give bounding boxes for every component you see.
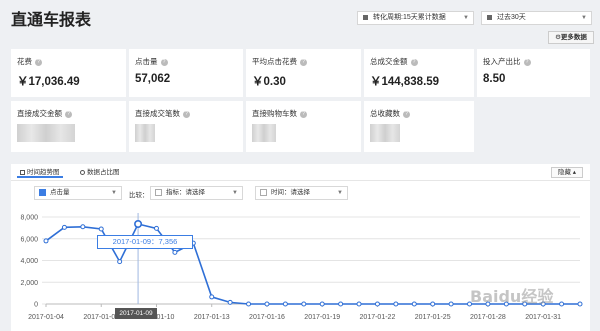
data-point	[117, 259, 123, 265]
y-tick-label: 8,000	[20, 215, 38, 222]
line-chart: 0 2,000 4,000 6,000 8,000 2017-01-04 2017-01-0…	[20, 213, 583, 321]
data-point	[319, 301, 325, 307]
watermark-logo: Baidu经验	[470, 287, 554, 306]
x-tick-label: 2017-01-04	[28, 314, 64, 321]
data-point	[282, 301, 288, 307]
y-tick-label: 0	[34, 302, 38, 309]
data-point	[209, 294, 215, 300]
data-point	[153, 225, 159, 231]
data-point	[172, 249, 178, 255]
chart-tooltip: 2017-01-09：7,356	[97, 235, 193, 249]
x-tick-label: 2017-01-07	[83, 314, 119, 321]
data-point	[301, 301, 307, 307]
data-point	[264, 301, 270, 307]
data-point	[430, 301, 436, 307]
x-tick-label: 2017-01-22	[360, 314, 396, 321]
data-point	[98, 226, 104, 232]
x-tick-label: 2017-01-13	[194, 314, 230, 321]
x-tick-label: 2017-01-25	[415, 314, 451, 321]
data-point	[411, 301, 417, 307]
data-point	[43, 238, 49, 244]
data-point	[559, 301, 565, 307]
hover-date-badge: 2017-01-09	[115, 308, 157, 319]
data-point	[338, 301, 344, 307]
x-tick-label: 2017-01-19	[304, 314, 340, 321]
y-tick-label: 2,000	[20, 280, 38, 287]
x-tick-label: 2017-01-31	[525, 314, 561, 321]
y-tick-label: 4,000	[20, 258, 38, 265]
data-point	[577, 301, 583, 307]
data-point	[448, 301, 454, 307]
data-point	[374, 301, 380, 307]
data-point	[393, 301, 399, 307]
data-point	[356, 301, 362, 307]
data-point	[246, 301, 252, 307]
data-point	[80, 224, 86, 230]
data-point	[61, 224, 67, 230]
x-tick-label: 2017-01-16	[249, 314, 285, 321]
y-tick-label: 6,000	[20, 236, 38, 243]
data-point	[227, 299, 233, 305]
x-tick-label: 2017-01-28	[470, 314, 506, 321]
data-point	[134, 220, 143, 229]
